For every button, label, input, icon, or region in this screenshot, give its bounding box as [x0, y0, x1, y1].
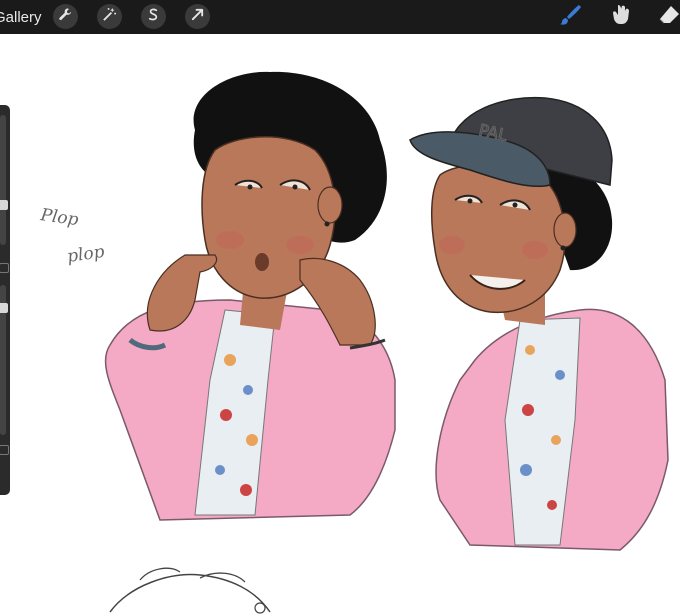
handwritten-note-line1: Plop: [38, 205, 80, 230]
character-left: [104, 71, 396, 521]
brush-icon: [557, 2, 583, 33]
wrench-icon: [58, 7, 73, 27]
smudge-icon: [609, 2, 635, 33]
brush-tool-button[interactable]: [556, 3, 584, 31]
character-right: PAL: [409, 96, 669, 551]
top-toolbar: Gallery: [0, 0, 680, 34]
selection-button[interactable]: [141, 4, 166, 29]
eraser-icon: [657, 2, 680, 33]
actions-button[interactable]: [53, 4, 78, 29]
smudge-tool-button[interactable]: [608, 3, 636, 31]
partial-sketch: [109, 573, 271, 613]
transform-arrow-icon: [190, 7, 205, 27]
selection-icon: [146, 7, 161, 27]
magic-wand-icon: [102, 7, 117, 27]
transform-button[interactable]: [185, 4, 210, 29]
handwritten-note-line2: plop: [66, 242, 106, 267]
gallery-button[interactable]: Gallery: [0, 9, 42, 26]
drawing-canvas[interactable]: Plop plop PAL: [0, 34, 680, 615]
adjustments-button[interactable]: [97, 4, 122, 29]
eraser-tool-button[interactable]: [656, 3, 680, 31]
